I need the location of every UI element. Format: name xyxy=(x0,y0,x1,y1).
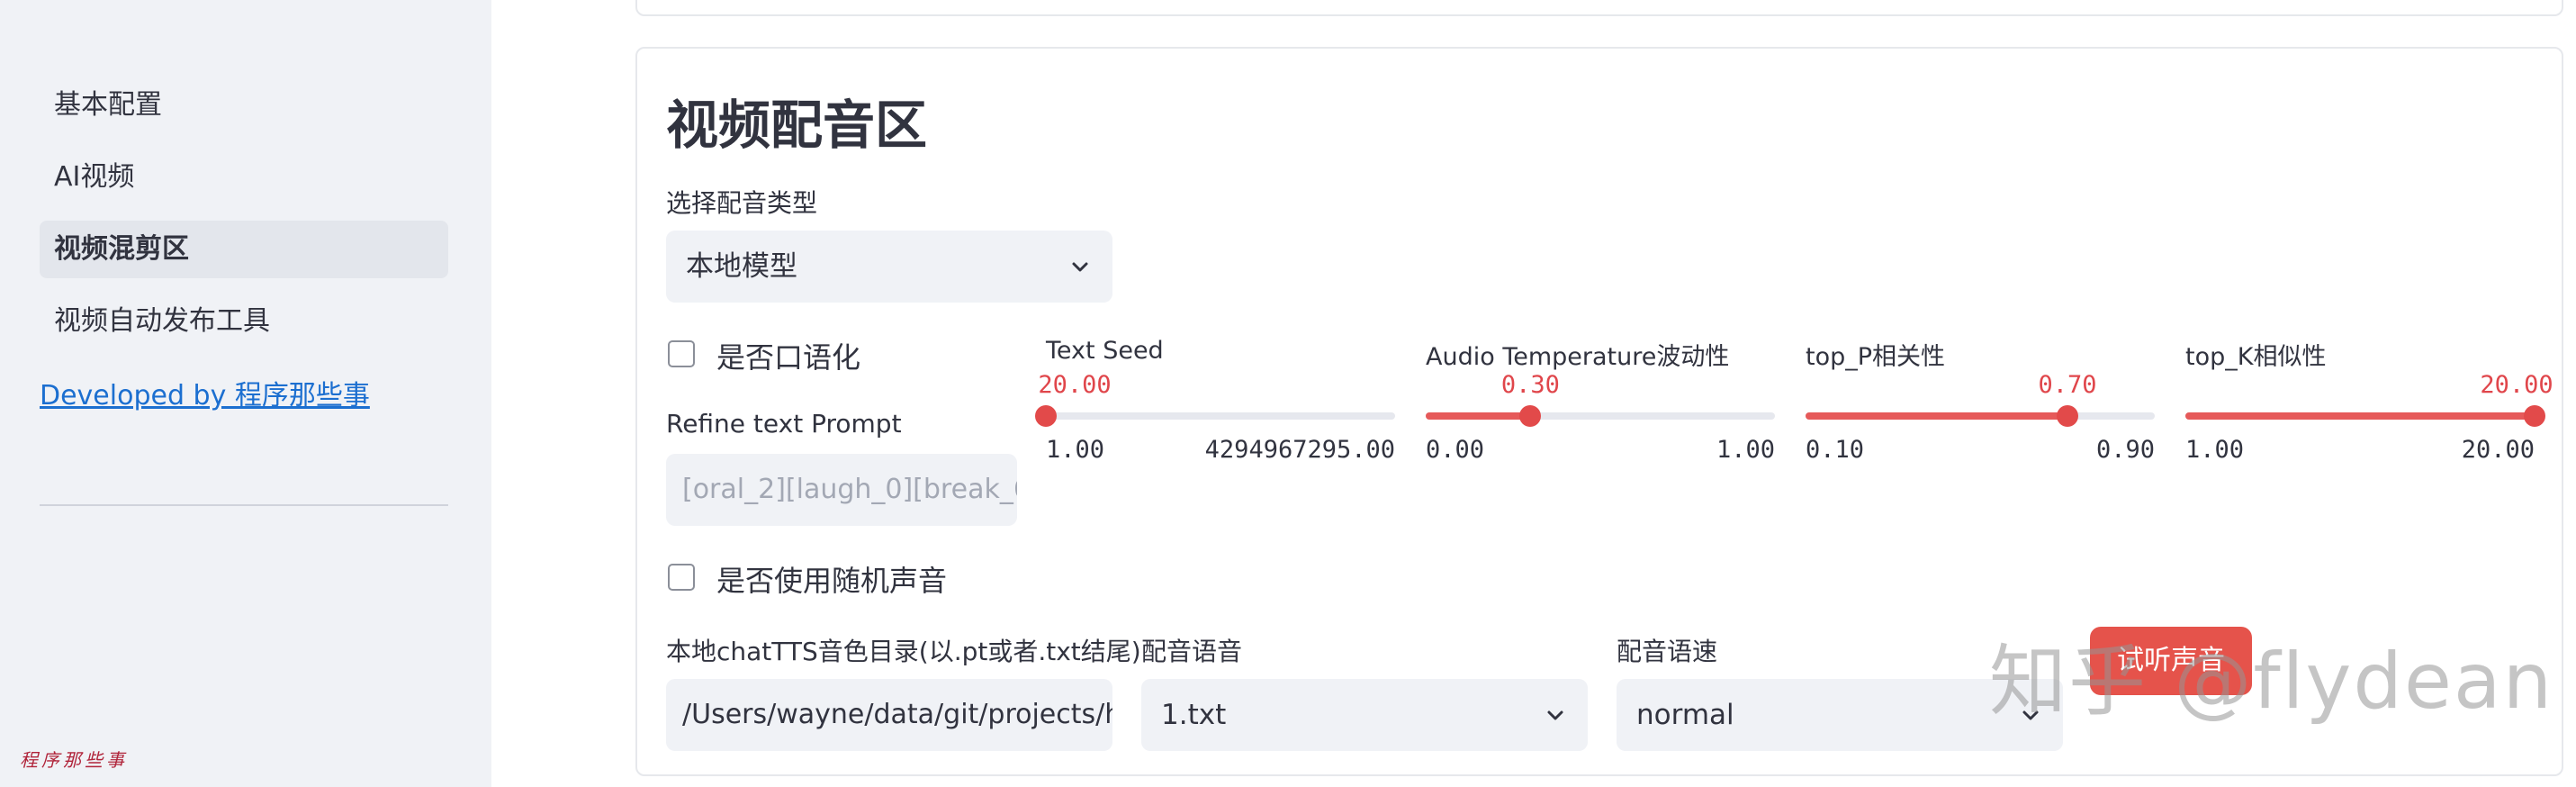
slider-track[interactable] xyxy=(1035,405,1395,427)
slider-fill xyxy=(1806,412,2067,420)
sidebar-item-auto-publish[interactable]: 视频自动发布工具 xyxy=(40,293,448,350)
slider-top-k[interactable]: top_K相似性 20.00 1.00 20.00 xyxy=(2178,337,2553,481)
section-title: 视频配音区 xyxy=(666,95,928,156)
voice-type-value: 本地模型 xyxy=(686,250,797,283)
slider-fill xyxy=(1426,412,1531,420)
sidebar: 基本配置 AI视频 视频混剪区 视频自动发布工具 Developed by 程序… xyxy=(0,0,491,787)
slider-min: 0.00 xyxy=(1426,436,1485,464)
slider-value: 0.70 xyxy=(2038,371,2097,399)
sidebar-item-ai-video[interactable]: AI视频 xyxy=(40,149,448,206)
slider-label: Audio Temperature波动性 xyxy=(1426,343,1730,371)
slider-value: 0.30 xyxy=(1500,371,1560,399)
voice-lang-value: 1.txt xyxy=(1161,699,1227,731)
sidebar-item-video-mix[interactable]: 视频混剪区 xyxy=(40,221,448,278)
sidebar-item-basic-config[interactable]: 基本配置 xyxy=(40,77,448,134)
sidebar-divider xyxy=(40,504,448,506)
slider-max: 1.00 xyxy=(1716,436,1775,464)
slider-thumb[interactable] xyxy=(1519,405,1542,427)
random-voice-checkbox[interactable] xyxy=(668,564,695,591)
slider-thumb[interactable] xyxy=(2524,405,2545,427)
voice-type-label: 选择配音类型 xyxy=(666,188,818,218)
slider-track[interactable] xyxy=(1806,405,2155,427)
slider-track[interactable] xyxy=(1426,405,1775,427)
slider-min: 0.10 xyxy=(1806,436,1865,464)
chevron-down-icon xyxy=(1072,262,1088,272)
slider-thumb[interactable] xyxy=(1035,405,1057,427)
voice-lang-select[interactable]: 1.txt xyxy=(1141,679,1588,751)
slider-value: 20.00 xyxy=(2480,371,2553,399)
slider-top-p[interactable]: top_P相关性 0.70 0.10 0.90 xyxy=(1798,337,2155,481)
slider-label: top_K相似性 xyxy=(2185,343,2327,371)
random-voice-label: 是否使用随机声音 xyxy=(716,564,948,598)
chattts-dir-input[interactable]: /Users/wayne/data/git/projects/hu xyxy=(666,679,1112,751)
chattts-dir-label: 本地chatTTS音色目录(以.pt或者.txt结尾) xyxy=(666,637,1141,666)
voice-type-select[interactable]: 本地模型 xyxy=(666,231,1112,303)
refine-prompt-label: Refine text Prompt xyxy=(666,409,902,439)
refine-prompt-input[interactable]: [oral_2][laugh_0][break_6] xyxy=(666,454,1017,526)
slider-value: 20.00 xyxy=(1038,371,1112,399)
developer-link[interactable]: Developed by 程序那些事 xyxy=(40,373,370,412)
slider-track[interactable] xyxy=(2185,405,2545,427)
chevron-down-icon xyxy=(1547,710,1563,720)
slider-min: 1.00 xyxy=(2185,436,2245,464)
slider-max: 4294967295.00 xyxy=(1204,436,1395,464)
slider-fill xyxy=(2185,412,2535,420)
previous-card xyxy=(635,0,2563,16)
slider-max: 0.90 xyxy=(2095,436,2155,464)
watermark: 知乎 @flydean xyxy=(1989,637,2554,727)
slider-label: top_P相关性 xyxy=(1806,343,1946,371)
slider-text-seed[interactable]: Text Seed 20.00 1.00 4294967295.00 xyxy=(1035,337,1395,481)
slider-label: Text Seed xyxy=(1046,337,1164,365)
slider-min: 1.00 xyxy=(1046,436,1105,464)
voice-speed-value: normal xyxy=(1636,699,1734,731)
voice-speed-label: 配音语速 xyxy=(1617,637,1718,666)
brand-stamp: 程序那些事 xyxy=(20,749,128,771)
oralize-checkbox[interactable] xyxy=(668,340,695,367)
slider-max: 20.00 xyxy=(2461,436,2535,464)
slider-audio-temperature[interactable]: Audio Temperature波动性 0.30 0.00 1.00 xyxy=(1419,337,1775,481)
voice-lang-label: 配音语音 xyxy=(1141,637,1243,666)
oralize-label: 是否口语化 xyxy=(716,340,861,375)
slider-thumb[interactable] xyxy=(2057,405,2078,427)
